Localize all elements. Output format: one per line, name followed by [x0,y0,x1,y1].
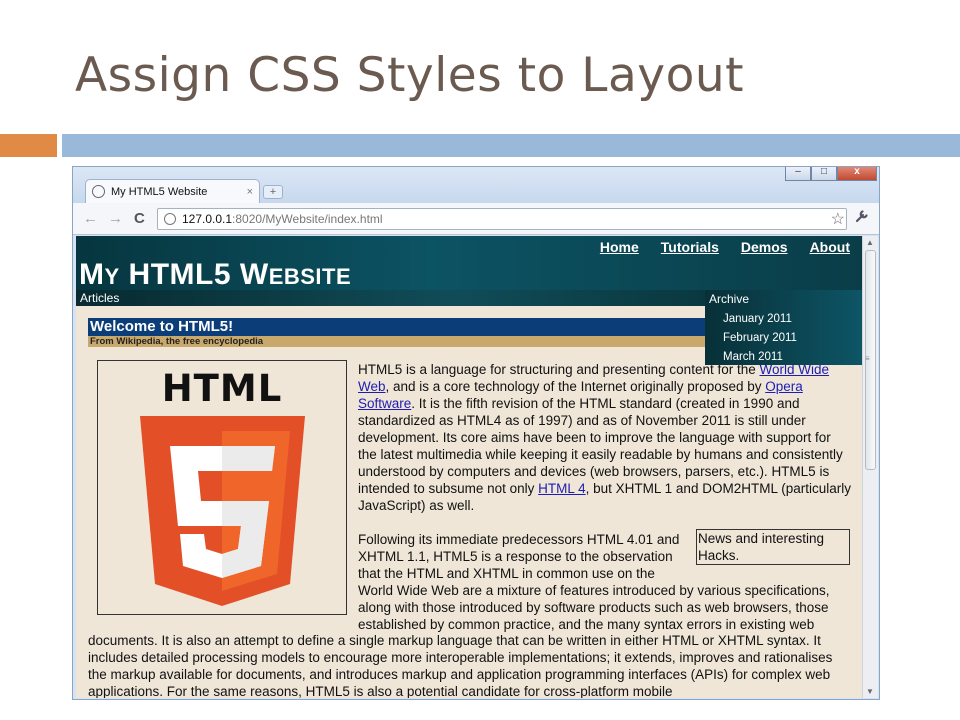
html-logo-text: HTML [161,367,283,410]
vertical-scrollbar[interactable]: ▲ ≡ ▼ [862,236,878,698]
intro-text-2: , and is a core technology of the Intern… [385,379,766,394]
browser-titlebar: – □ x My HTML5 Website × + [73,167,879,203]
scroll-down-arrow-icon[interactable]: ▼ [866,687,874,696]
scroll-up-arrow-icon[interactable]: ▲ [866,238,874,247]
address-bar[interactable]: 127.0.0.1 :8020/MyWebsite/index.html [157,208,847,230]
logo-ebsite: EBSITE [268,264,352,289]
page-favicon-icon [92,185,105,198]
articles-bar: Articles [76,290,706,306]
window-controls: – □ x [785,167,877,181]
archive-sidebar: Archive January 2011 February 2011 March… [705,290,862,365]
nav-about-link[interactable]: About [810,239,850,255]
close-window-button[interactable]: x [837,167,877,181]
logo-letter-m: M [79,258,105,291]
news-aside-box: News and interesting Hacks. [696,529,850,565]
browser-window: – □ x My HTML5 Website × + ← → C 127.0.0… [72,166,880,700]
logo-letter-w: W [239,258,269,291]
site-nav: Home Tutorials Demos About [600,239,850,255]
archive-title: Archive [709,292,750,306]
tab-close-icon[interactable]: × [247,186,253,198]
site-logo: MY HTML5 WEBSITE [79,258,351,292]
logo-html5: HTML5 [119,258,240,291]
maximize-button[interactable]: □ [811,167,837,181]
accent-bar-blue [62,134,960,157]
minimize-button[interactable]: – [785,167,811,181]
intro-text-1: HTML5 is a language for structuring and … [358,362,760,377]
paragraph-line: established by common practice, and the … [358,617,815,632]
bookmark-star-icon[interactable]: ☆ [831,209,845,229]
paragraph-line: World Wide Web are a mixture of features… [358,583,830,598]
browser-toolbar: ← → C 127.0.0.1 :8020/MyWebsite/index.ht… [73,203,879,235]
back-arrow-icon[interactable]: ← [83,210,98,227]
logo-letter-y: Y [104,264,120,289]
nav-tutorials-link[interactable]: Tutorials [661,239,719,255]
page-viewport: Home Tutorials Demos About MY HTML5 WEBS… [76,236,862,698]
article-heading: Welcome to HTML5! [88,318,705,336]
html4-link[interactable]: HTML 4 [538,481,586,496]
paragraph-line: along with those introduced by software … [358,600,829,615]
archive-item-march[interactable]: March 2011 [723,350,862,369]
archive-item-january[interactable]: January 2011 [723,312,862,331]
html5-logo-image: HTML [97,360,347,615]
article-subheading: From Wikipedia, the free encyclopedia [88,336,705,347]
paragraph-line: that the HTML and XHTML in common use on… [358,566,655,581]
scroll-grip-icon: ≡ [865,354,870,363]
globe-icon [164,213,176,225]
site-header: Home Tutorials Demos About MY HTML5 WEBS… [76,236,862,292]
wrench-menu-icon[interactable] [855,209,869,227]
url-host: 127.0.0.1 [182,212,233,226]
reload-icon[interactable]: C [134,210,145,227]
nav-home-link[interactable]: Home [600,239,639,255]
archive-item-february[interactable]: February 2011 [723,331,862,350]
accent-bar-orange [0,134,57,157]
paragraph-continuation: documents. It is also an attempt to defi… [88,633,833,698]
url-path: :8020/MyWebsite/index.html [232,212,383,226]
tab-title: My HTML5 Website [111,185,208,198]
new-tab-button[interactable]: + [263,185,283,199]
intro-paragraph: HTML5 is a language for structuring and … [358,361,852,514]
nav-demos-link[interactable]: Demos [741,239,788,255]
forward-arrow-icon[interactable]: → [108,210,123,227]
html5-shield-icon [140,416,305,606]
slide-title: Assign CSS Styles to Layout [75,48,745,103]
browser-tab[interactable]: My HTML5 Website × [85,179,260,203]
